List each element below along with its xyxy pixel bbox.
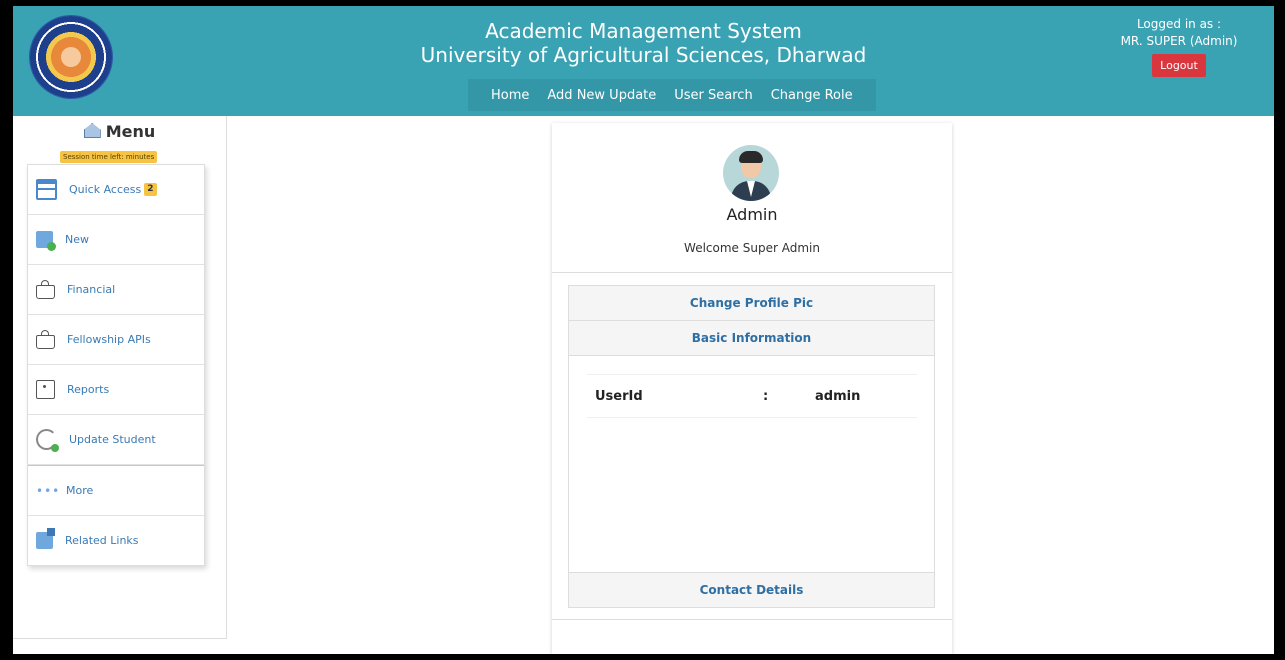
userid-row: UserId : admin xyxy=(587,374,917,418)
count-badge: 2 xyxy=(144,183,157,196)
logged-in-label: Logged in as : xyxy=(1136,17,1222,31)
sidebar-item-label: Reports xyxy=(67,383,110,396)
sidebar-item-reports[interactable]: Reports xyxy=(28,365,204,415)
app-window: Academic Management System University of… xyxy=(13,6,1274,654)
update-icon xyxy=(36,429,59,452)
bag-icon xyxy=(36,279,55,299)
top-nav: Home Add New Update User Search Change R… xyxy=(468,79,876,111)
nav-user-search[interactable]: User Search xyxy=(665,88,761,103)
userid-value: admin xyxy=(815,388,861,404)
quick-access-icon xyxy=(36,179,57,200)
external-link-icon xyxy=(36,528,55,549)
nav-add-new-update[interactable]: Add New Update xyxy=(538,88,665,103)
sidebar-item-fellowship-apis[interactable]: Fellowship APIs xyxy=(28,315,204,365)
university-name: University of Agricultural Sciences, Dha… xyxy=(420,43,867,67)
logged-in-user: MR. SUPER (Admin) xyxy=(1120,34,1238,48)
menu-title-text: Menu xyxy=(105,122,156,141)
change-profile-pic-panel[interactable]: Change Profile Pic xyxy=(569,286,934,321)
app-title: Academic Management System xyxy=(485,19,802,43)
nav-change-role[interactable]: Change Role xyxy=(762,88,862,103)
divider xyxy=(552,272,952,273)
user-role: Admin xyxy=(726,205,778,224)
menu-heading: Menu xyxy=(13,122,226,141)
divider xyxy=(552,619,952,620)
welcome-text: Welcome Super Admin xyxy=(684,241,820,255)
sidebar-item-related-links[interactable]: Related Links xyxy=(28,516,204,565)
login-info: Logged in as : MR. SUPER (Admin) Logout xyxy=(1114,16,1244,77)
sidebar-item-more[interactable]: ••• More xyxy=(28,465,204,516)
basic-information-panel[interactable]: Basic Information xyxy=(569,321,934,356)
sidebar-item-label: Quick Access xyxy=(69,183,142,196)
report-icon xyxy=(36,380,55,399)
userid-label: UserId xyxy=(595,388,643,404)
sidebar-item-quick-access[interactable]: Quick Access 2 xyxy=(28,165,204,215)
new-document-icon xyxy=(36,231,56,251)
avatar-hair xyxy=(739,151,763,163)
profile-card: Admin Welcome Super Admin Change Profile… xyxy=(552,123,952,654)
basic-information-body: UserId : admin xyxy=(569,356,934,573)
contact-details-panel[interactable]: Contact Details xyxy=(569,573,934,607)
sidebar-item-financial[interactable]: Financial xyxy=(28,265,204,315)
sidebar-item-label: Related Links xyxy=(65,534,139,547)
sidebar-menu: Quick Access 2 New Financial Fellowship … xyxy=(27,164,205,566)
header-bar: Academic Management System University of… xyxy=(13,6,1274,116)
profile-accordion: Change Profile Pic Basic Information Use… xyxy=(568,285,935,608)
sidebar-item-new[interactable]: New xyxy=(28,215,204,265)
avatar xyxy=(723,145,779,201)
sidebar-item-label: New xyxy=(65,233,89,246)
sidebar-item-label: More xyxy=(66,484,94,497)
home-icon xyxy=(83,123,101,138)
session-timer-badge: Session time left: minutes xyxy=(60,151,158,163)
separator: : xyxy=(763,388,769,404)
bag-icon xyxy=(36,329,55,349)
sidebar-item-label: Update Student xyxy=(69,433,156,446)
sidebar-item-label: Financial xyxy=(67,283,116,296)
logout-button[interactable]: Logout xyxy=(1152,54,1206,77)
sidebar-item-update-student[interactable]: Update Student xyxy=(28,415,204,465)
sidebar: Menu Session time left: minutes Quick Ac… xyxy=(13,116,227,639)
more-dots-icon: ••• xyxy=(36,483,61,498)
nav-home[interactable]: Home xyxy=(482,88,538,103)
sidebar-item-label: Fellowship APIs xyxy=(67,333,151,346)
